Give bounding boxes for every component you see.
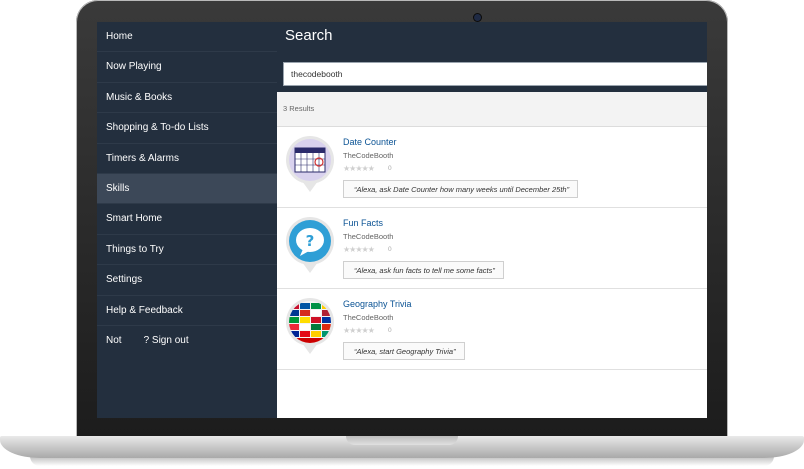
sidebar-item-timers-alarms[interactable]: Timers & Alarms: [97, 144, 277, 174]
sidebar-item-now-playing[interactable]: Now Playing: [97, 52, 277, 83]
results-count: 3 Results: [277, 92, 707, 127]
laptop-notch: [346, 436, 458, 445]
sign-out-link[interactable]: ? Sign out: [144, 335, 189, 346]
flags-globe-icon: [286, 298, 334, 354]
skill-developer: TheCodeBooth: [343, 313, 394, 322]
page-title: Search: [285, 27, 333, 44]
skill-name-link[interactable]: Fun Facts: [343, 218, 383, 228]
list-item[interactable]: Geography Trivia TheCodeBooth ★★★★★ 0 “A…: [277, 289, 707, 370]
question-bubble-icon: ?: [286, 217, 334, 273]
skill-developer: TheCodeBooth: [343, 232, 394, 241]
sample-phrase: “Alexa, ask fun facts to tell me some fa…: [343, 261, 504, 279]
sidebar-item-settings[interactable]: Settings: [97, 265, 277, 296]
screen: Home Now Playing Music & Books Shopping …: [97, 22, 707, 418]
sidebar-item-smart-home[interactable]: Smart Home: [97, 204, 277, 235]
star-rating-icon: ★★★★★: [343, 326, 375, 335]
list-item[interactable]: Date Counter TheCodeBooth ★★★★★ 0 “Alexa…: [277, 127, 707, 208]
search-input[interactable]: [283, 62, 707, 86]
sidebar-item-help-feedback[interactable]: Help & Feedback: [97, 296, 277, 326]
svg-text:?: ?: [306, 232, 315, 250]
sample-phrase: “Alexa, start Geography Trivia”: [343, 342, 465, 360]
calendar-icon: [286, 136, 334, 192]
camera-icon: [474, 14, 481, 21]
sidebar: Home Now Playing Music & Books Shopping …: [97, 22, 277, 418]
rating-count: 0: [388, 165, 392, 172]
sign-out-prefix: Not: [106, 334, 122, 346]
main-panel: Search 3 Results Date Counter TheCodeBoo…: [277, 22, 707, 418]
star-rating-icon: ★★★★★: [343, 164, 375, 173]
skill-developer: TheCodeBooth: [343, 151, 394, 160]
sidebar-item-home[interactable]: Home: [97, 22, 277, 53]
sidebar-item-sign-out[interactable]: Not ? Sign out: [97, 326, 277, 356]
sample-phrase: “Alexa, ask Date Counter how many weeks …: [343, 180, 579, 198]
skill-name-link[interactable]: Geography Trivia: [343, 299, 412, 309]
search-header: Search: [277, 22, 707, 92]
sidebar-item-shopping-lists[interactable]: Shopping & To-do Lists: [97, 113, 277, 144]
skill-name-link[interactable]: Date Counter: [343, 137, 397, 147]
list-item[interactable]: ? Fun Facts TheCodeBooth ★★★★★ 0 “Alexa,…: [277, 208, 707, 289]
star-rating-icon: ★★★★★: [343, 245, 375, 254]
rating-count: 0: [388, 327, 392, 334]
sidebar-item-music-books[interactable]: Music & Books: [97, 83, 277, 114]
rating-count: 0: [388, 246, 392, 253]
sidebar-item-things-to-try[interactable]: Things to Try: [97, 235, 277, 266]
sidebar-item-skills[interactable]: Skills: [97, 173, 277, 205]
